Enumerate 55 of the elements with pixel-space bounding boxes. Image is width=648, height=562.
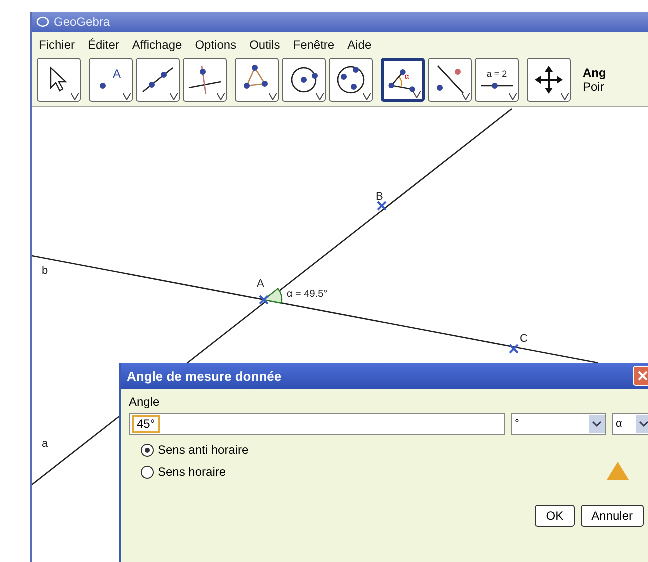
angle-label: α = 49.5° [287, 289, 328, 300]
menu-item[interactable]: Aide [346, 38, 373, 52]
point-marker[interactable] [259, 295, 269, 305]
chevron-icon [589, 415, 605, 433]
field-label: Angle [129, 395, 161, 409]
point-marker[interactable] [509, 344, 519, 354]
tool-button[interactable] [282, 58, 326, 102]
menu-item[interactable]: Options [194, 38, 238, 52]
dropdown-triangle-icon [509, 93, 517, 100]
dropdown-triangle-icon [170, 93, 178, 100]
menu-item[interactable]: Fichier [38, 38, 76, 52]
dropdown-triangle-icon [316, 93, 324, 100]
menu-item[interactable]: Affichage [131, 38, 184, 52]
tool-title: Ang [583, 66, 606, 80]
dropdown-triangle-icon [561, 93, 569, 100]
point-label: B [376, 191, 384, 203]
line-label: b [42, 265, 48, 277]
line-label: a [42, 438, 48, 450]
point-label: C [520, 333, 528, 345]
chevron-icon [636, 415, 648, 433]
dropdown-triangle-icon [462, 93, 470, 100]
unit-dropdown[interactable]: ° [511, 413, 606, 435]
close-button[interactable] [633, 366, 648, 386]
dialog-button[interactable]: OK [535, 505, 575, 527]
menu-item[interactable]: Outils [248, 38, 282, 52]
radio-option[interactable]: Sens horaire [141, 465, 648, 479]
dropdown-triangle-icon [413, 91, 421, 98]
dialog-title: Angle de mesure donnée [127, 368, 282, 384]
tool-button[interactable] [37, 58, 81, 102]
window-title: GeoGebra [54, 15, 110, 29]
dropdown-triangle-icon [269, 93, 277, 100]
menu-item[interactable]: Éditer [87, 38, 120, 52]
close-icon [637, 370, 648, 382]
symbol-dropdown[interactable]: α [612, 413, 648, 435]
tool-button[interactable] [527, 58, 571, 102]
app-logo-icon [36, 15, 50, 29]
menu-item[interactable]: Fenêtre [292, 38, 336, 52]
tool-button[interactable] [428, 58, 472, 102]
radio-option[interactable]: Sens anti horaire [141, 443, 648, 457]
angle-arc[interactable] [263, 288, 283, 304]
point-label: A [257, 278, 264, 290]
tool-button[interactable] [235, 58, 279, 102]
point-marker[interactable] [377, 201, 387, 211]
tool-button[interactable] [329, 58, 373, 102]
dialog-button[interactable]: Annuler [580, 505, 644, 527]
angle-input-field[interactable]: 45° [129, 413, 505, 435]
dropdown-triangle-icon [71, 93, 79, 100]
tool-button[interactable] [183, 58, 227, 102]
line[interactable] [32, 255, 598, 364]
triangle-icon [606, 461, 630, 481]
dropdown-triangle-icon [217, 93, 225, 100]
dropdown-triangle-icon [363, 93, 371, 100]
tool-button[interactable] [136, 58, 180, 102]
tool-hint: Poir [583, 80, 606, 94]
dropdown-triangle-icon [123, 93, 131, 100]
